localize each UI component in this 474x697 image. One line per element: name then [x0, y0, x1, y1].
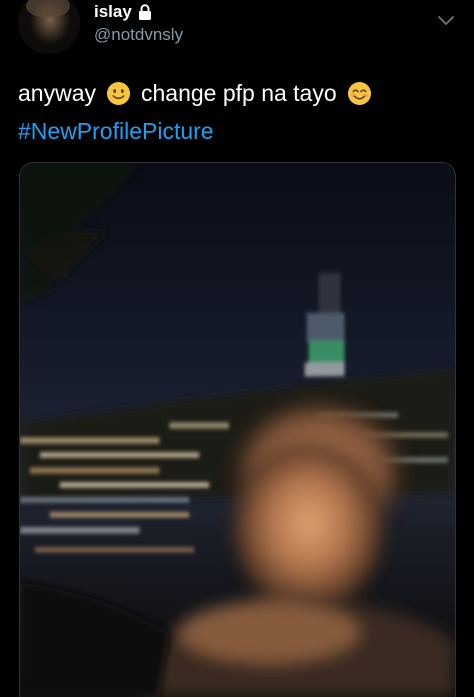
tweet-text-part2: change pfp na tayo [140, 80, 337, 106]
tweet-header: islay @notdvnsly [0, 0, 474, 56]
tweet-line-2: #NewProfilePicture [18, 112, 458, 150]
tweet-text-part1: anyway [18, 80, 96, 106]
chevron-down-icon[interactable] [436, 14, 456, 28]
name-row: islay [94, 1, 152, 23]
tweet-line-1: anyway change pfp na tayo [18, 74, 458, 112]
tweet-text: anyway change pfp na tayo #NewProfilePic… [18, 74, 458, 150]
lock-icon [138, 4, 151, 20]
photo-night-city [20, 163, 455, 697]
slightly-smiling-face-icon [106, 81, 131, 106]
smiling-face-with-smiling-eyes-icon [347, 81, 372, 106]
hashtag-link[interactable]: #NewProfilePicture [18, 112, 214, 150]
user-handle[interactable]: @notdvnsly [94, 24, 183, 46]
avatar[interactable] [18, 0, 80, 54]
display-name[interactable]: islay [94, 1, 132, 23]
tweet-media-photo[interactable] [19, 162, 456, 697]
avatar-image [18, 0, 80, 54]
